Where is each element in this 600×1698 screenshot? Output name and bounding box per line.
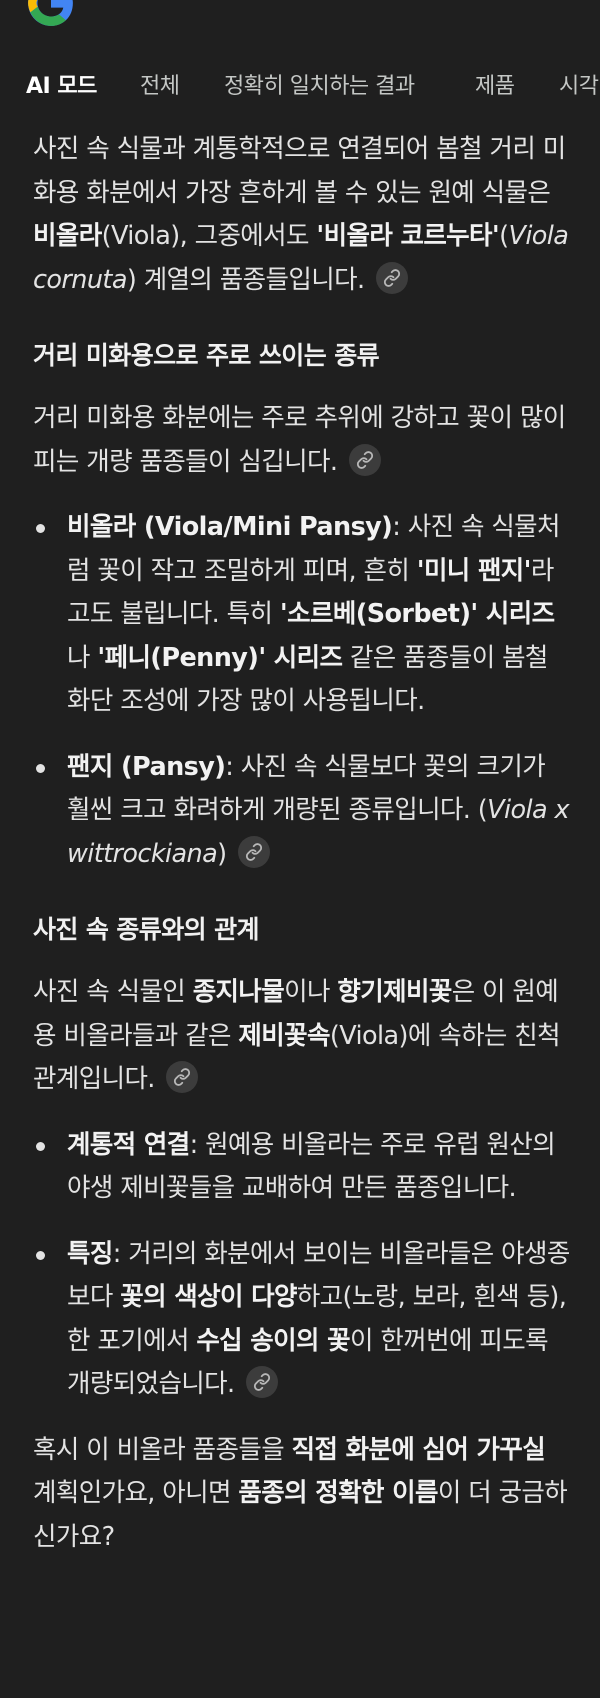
source-link-button[interactable] xyxy=(166,1061,199,1093)
text: ) xyxy=(217,838,227,869)
bold-text: 꽃의 색상이 다양 xyxy=(120,1282,297,1312)
list-item: 비올라 (Viola/Mini Pansy): 사진 속 식물처럼 꽃이 작고 … xyxy=(33,506,573,724)
bold-text: 직접 화분에 심어 가꾸실 xyxy=(291,1434,546,1465)
section-heading: 거리 미화용으로 주로 쓰이는 종류 xyxy=(33,341,380,370)
text: 거리 미화용 화분에는 주로 추위에 강하고 꽃이 많이 피는 개량 품종들이 … xyxy=(33,403,566,477)
list-item: 계통적 연결: 원예용 비올라는 주로 유럽 원산의 야생 제비꽃들을 교배하여… xyxy=(33,1124,573,1211)
list-item: 팬지 (Pansy): 사진 속 식물보다 꽃의 크기가 훨씬 크고 화려하게 … xyxy=(33,746,573,877)
bold-text: 품종의 정확한 이름 xyxy=(238,1478,438,1508)
text: 계획인가요, 아니면 xyxy=(33,1478,239,1508)
bold-text: 특징 xyxy=(67,1238,113,1269)
intro-paragraph: 사진 속 식물과 계통학적으로 연결되어 봄철 거리 미화용 화분에서 가장 흔… xyxy=(33,128,573,302)
list-item: 특징: 거리의 화분에서 보이는 비올라들은 야생종보다 꽃의 색상이 다양하고… xyxy=(33,1233,573,1407)
source-link-button[interactable] xyxy=(237,835,270,868)
bold-text: 비올라 (Viola/Mini Pansy) xyxy=(67,512,393,542)
tab-ai-mode[interactable]: AI 모드 xyxy=(26,68,97,100)
bold-text: '미니 팬지' xyxy=(416,555,532,586)
bold-text: 계통적 연결 xyxy=(67,1129,190,1160)
bold-text: '소르베(Sorbet)' 시리즈 xyxy=(279,599,555,629)
tab-exact-match[interactable]: 정확히 일치하는 결과 xyxy=(224,68,415,100)
link-icon xyxy=(356,450,373,469)
section-paragraph: 거리 미화용 화분에는 주로 추위에 강하고 꽃이 많이 피는 개량 품종들이 … xyxy=(33,397,573,484)
bold-text: 제비꽃속 xyxy=(238,1020,330,1051)
text: 이나 xyxy=(284,977,338,1007)
text: 사진 속 식물인 xyxy=(33,977,193,1007)
link-icon xyxy=(383,268,401,287)
closing-question: 혹시 이 비올라 품종들을 직접 화분에 심어 가꾸실 계획인가요, 아니면 품… xyxy=(33,1429,573,1560)
source-link-button[interactable] xyxy=(375,261,408,294)
text: 혹시 이 비올라 품종들을 xyxy=(33,1434,292,1465)
bold-text: 종지나물 xyxy=(192,977,285,1007)
text: (Viola), 그중에서도 xyxy=(101,221,317,251)
google-logo xyxy=(28,0,73,26)
bold-text: 팬지 (Pansy) xyxy=(67,751,226,782)
text: ) 계열의 품종들입니다. xyxy=(126,264,365,295)
section-heading: 사진 속 종류와의 관계 xyxy=(33,915,260,944)
link-icon xyxy=(245,842,263,861)
tab-visual[interactable]: 시각 xyxy=(559,68,599,100)
ai-response: 사진 속 식물과 계통학적으로 연결되어 봄철 거리 미화용 화분에서 가장 흔… xyxy=(33,128,573,1559)
bold-text: '비올라 코르누타' xyxy=(316,221,500,251)
link-icon xyxy=(174,1068,191,1086)
bold-text: '페니(Penny)' 시리즈 xyxy=(97,642,343,673)
bold-text: 수십 송이의 꽃 xyxy=(196,1325,351,1356)
text: 나 xyxy=(67,642,98,673)
bold-text: 향기제비꽃 xyxy=(337,977,452,1007)
bold-text: 비올라 xyxy=(33,221,102,251)
source-link-button[interactable] xyxy=(348,443,381,476)
bullet-list: 계통적 연결: 원예용 비올라는 주로 유럽 원산의 야생 제비꽃들을 교배하여… xyxy=(33,1124,573,1407)
tab-products[interactable]: 제품 xyxy=(475,68,515,100)
text: 사진 속 식물과 계통학적으로 연결되어 봄철 거리 미화용 화분에서 가장 흔… xyxy=(33,134,566,208)
section-paragraph: 사진 속 식물인 종지나물이나 향기제비꽃은 이 원예용 비올라들과 같은 제비… xyxy=(33,971,573,1102)
search-tabs: AI 모드 전체 정확히 일치하는 결과 제품 시각 xyxy=(26,68,600,108)
tab-all[interactable]: 전체 xyxy=(140,68,180,100)
bullet-list: 비올라 (Viola/Mini Pansy): 사진 속 식물처럼 꽃이 작고 … xyxy=(33,506,573,876)
link-icon xyxy=(253,1373,271,1391)
source-link-button[interactable] xyxy=(246,1366,279,1398)
